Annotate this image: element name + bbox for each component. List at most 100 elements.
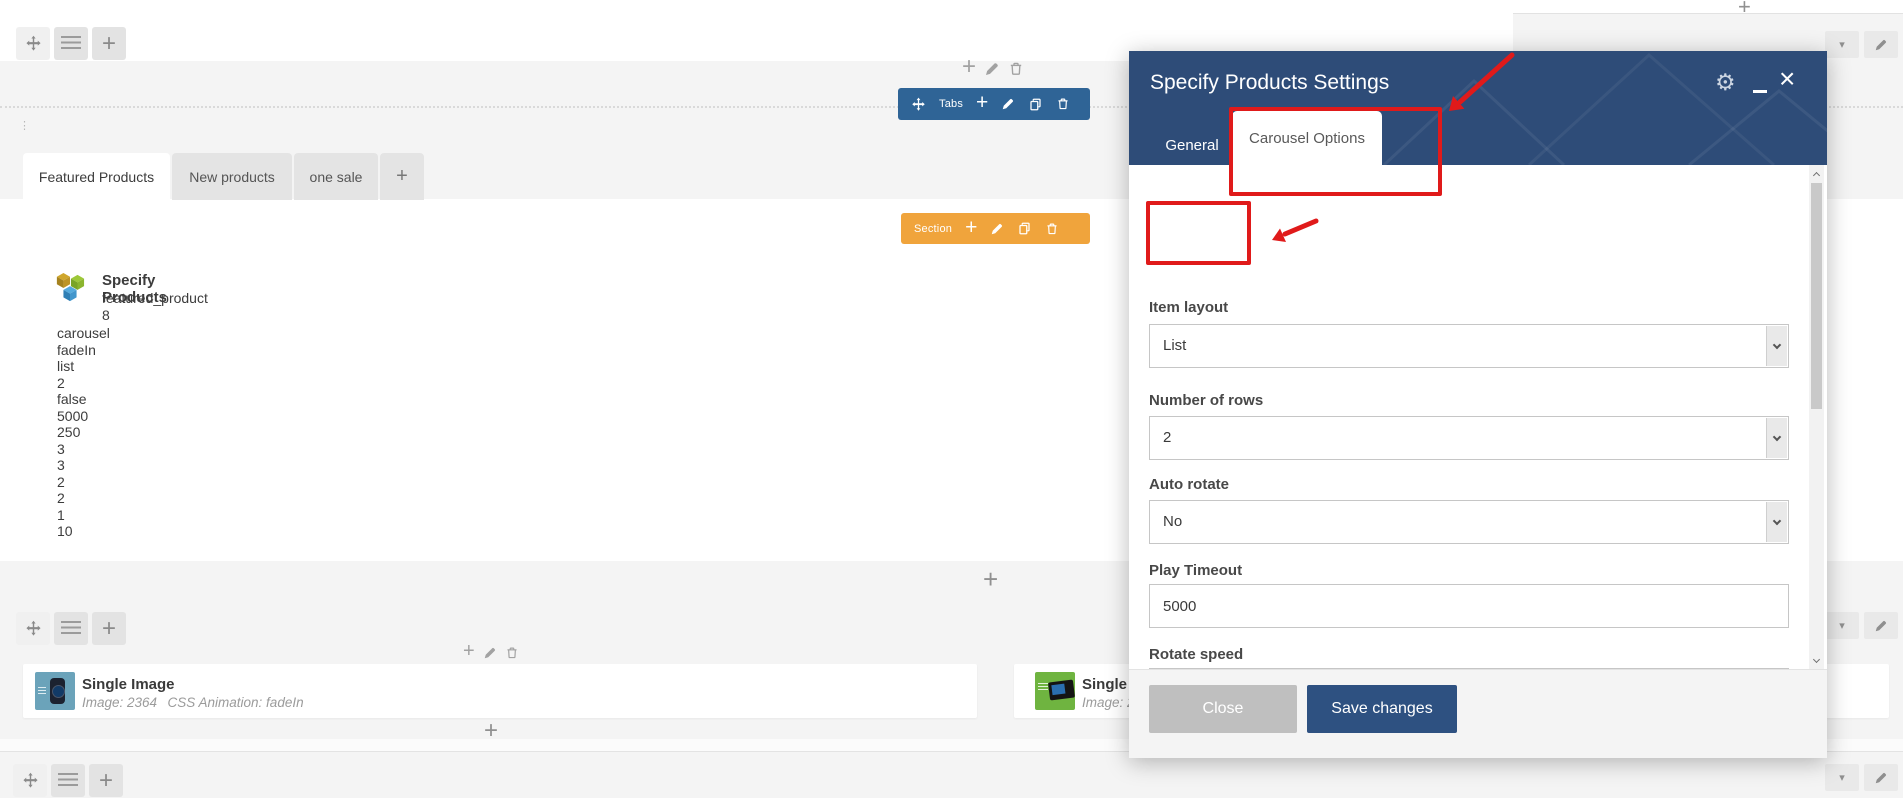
add-row-top-icon[interactable]: +: [1738, 0, 1751, 19]
duplicate-icon[interactable]: [1017, 221, 1032, 236]
row-edit-button[interactable]: [1864, 31, 1898, 58]
plus-icon: +: [102, 617, 116, 641]
row-options-button[interactable]: ▾: [1825, 31, 1859, 58]
tab-label: Carousel Options: [1249, 130, 1365, 147]
module-setting: 250: [57, 424, 110, 441]
delete-icon[interactable]: [1056, 97, 1070, 111]
module-setting: fadeIn: [57, 342, 110, 359]
add-element-icon[interactable]: +: [962, 57, 976, 77]
row-options-button[interactable]: ▾: [1825, 764, 1859, 791]
row-layout-button[interactable]: [54, 612, 88, 645]
duplicate-icon[interactable]: [1028, 97, 1043, 112]
field-label-play-timeout: Play Timeout: [1149, 562, 1242, 579]
move-row-button[interactable]: [13, 764, 47, 797]
modal-tab-general[interactable]: General: [1152, 126, 1232, 165]
auto-rotate-select[interactable]: No: [1149, 500, 1789, 544]
modal-scrollbar[interactable]: [1809, 165, 1824, 669]
module-setting: 1: [57, 507, 110, 524]
close-icon[interactable]: ×: [1779, 63, 1795, 95]
chevron-down-icon: [1773, 340, 1781, 348]
edit-icon: [1874, 771, 1888, 785]
add-row-button[interactable]: +: [92, 27, 126, 60]
add-product-tab-button[interactable]: +: [380, 153, 424, 200]
edit-element-icon[interactable]: [483, 646, 497, 660]
row-layout-button[interactable]: [54, 27, 88, 60]
tab-label: one sale: [310, 169, 363, 185]
edit-icon[interactable]: [1001, 97, 1015, 111]
module-setting: 2: [57, 490, 110, 507]
scroll-down-button[interactable]: [1809, 652, 1824, 669]
meta-animation: CSS Animation: fadeIn: [168, 695, 304, 710]
tab-new-products[interactable]: New products: [172, 153, 292, 200]
image-thumbnail: [35, 672, 75, 710]
select-arrow-button[interactable]: [1766, 502, 1787, 542]
module-setting: false: [57, 391, 110, 408]
delete-icon[interactable]: [1045, 222, 1059, 236]
add-row-button[interactable]: +: [89, 764, 123, 797]
minimize-icon[interactable]: [1753, 90, 1767, 93]
tab-label: Featured Products: [39, 169, 154, 185]
select-arrow-button[interactable]: [1766, 326, 1787, 366]
scrollbar-thumb[interactable]: [1811, 183, 1822, 409]
tabs-toolbar: Tabs +: [898, 88, 1090, 120]
scroll-up-button[interactable]: [1809, 165, 1824, 182]
module-setting: 3: [57, 441, 110, 458]
move-row-button[interactable]: [16, 27, 50, 60]
module-slug: featured_product: [102, 290, 208, 307]
rows-icon: [61, 36, 81, 51]
tab-label: General: [1165, 137, 1218, 154]
edit-icon: [1874, 38, 1888, 52]
add-element-icon[interactable]: +: [463, 641, 475, 661]
field-label-item-layout: Item layout: [1149, 299, 1228, 316]
plus-icon: +: [102, 32, 116, 56]
close-button[interactable]: Close: [1149, 685, 1297, 733]
number-of-rows-select[interactable]: 2: [1149, 416, 1789, 460]
single-image-module-left[interactable]: Single Image Image: 2364 CSS Animation: …: [23, 664, 977, 718]
add-section-plus-icon[interactable]: +: [983, 568, 998, 590]
delete-element-icon[interactable]: [1008, 61, 1024, 77]
rows-icon: [58, 773, 78, 788]
item-layout-select[interactable]: List: [1149, 324, 1789, 368]
add-section-icon[interactable]: +: [965, 219, 977, 237]
section-toolbar: Section +: [901, 213, 1090, 244]
tab-label: New products: [189, 169, 275, 185]
module-setting: 2: [57, 474, 110, 491]
tab-one-sale[interactable]: one sale: [294, 153, 378, 200]
module-settings-list: carousel fadeIn list 2 false 5000 250 3 …: [57, 325, 110, 540]
plus-icon: +: [1738, 0, 1751, 19]
row-layout-button[interactable]: [51, 764, 85, 797]
module-setting: carousel: [57, 325, 110, 342]
select-arrow-button[interactable]: [1766, 418, 1787, 458]
toolbar-label: Tabs: [939, 98, 963, 110]
chevron-down-icon: [1773, 432, 1781, 440]
edit-element-icon[interactable]: [984, 61, 1000, 77]
modal-body: Item layout List Number of rows 2 Auto r…: [1129, 165, 1827, 669]
row-options-button[interactable]: ▾: [1825, 612, 1859, 639]
meta-image: Image: 2364: [82, 695, 157, 710]
module-setting: 2: [57, 375, 110, 392]
edit-icon[interactable]: [990, 222, 1004, 236]
chevron-down-icon: [1773, 516, 1781, 524]
row-edit-button[interactable]: [1864, 764, 1898, 791]
row-controls-middle: +: [16, 612, 126, 645]
move-icon[interactable]: [911, 97, 926, 112]
row-edit-button[interactable]: [1864, 612, 1898, 639]
gear-icon[interactable]: ⚙: [1715, 69, 1736, 96]
options-dots-icon[interactable]: ⋮: [19, 124, 30, 128]
caret-down-icon: ▾: [1839, 619, 1845, 632]
tab-featured-products[interactable]: Featured Products: [23, 153, 170, 200]
module-count: 8: [102, 307, 110, 324]
edit-icon: [1874, 619, 1888, 633]
save-changes-button[interactable]: Save changes: [1307, 685, 1457, 733]
plus-icon: +: [396, 165, 408, 188]
module-setting: 10: [57, 523, 110, 540]
toolbar-label: Section: [914, 223, 952, 235]
top-right-strip: [1513, 0, 1903, 14]
add-row-button[interactable]: +: [92, 612, 126, 645]
delete-element-icon[interactable]: [505, 646, 519, 660]
add-tab-icon[interactable]: +: [976, 94, 988, 112]
field-label-number-of-rows: Number of rows: [1149, 392, 1263, 409]
play-timeout-input[interactable]: [1149, 584, 1789, 628]
modal-tab-carousel-options[interactable]: Carousel Options: [1232, 111, 1382, 165]
move-row-button[interactable]: [16, 612, 50, 645]
